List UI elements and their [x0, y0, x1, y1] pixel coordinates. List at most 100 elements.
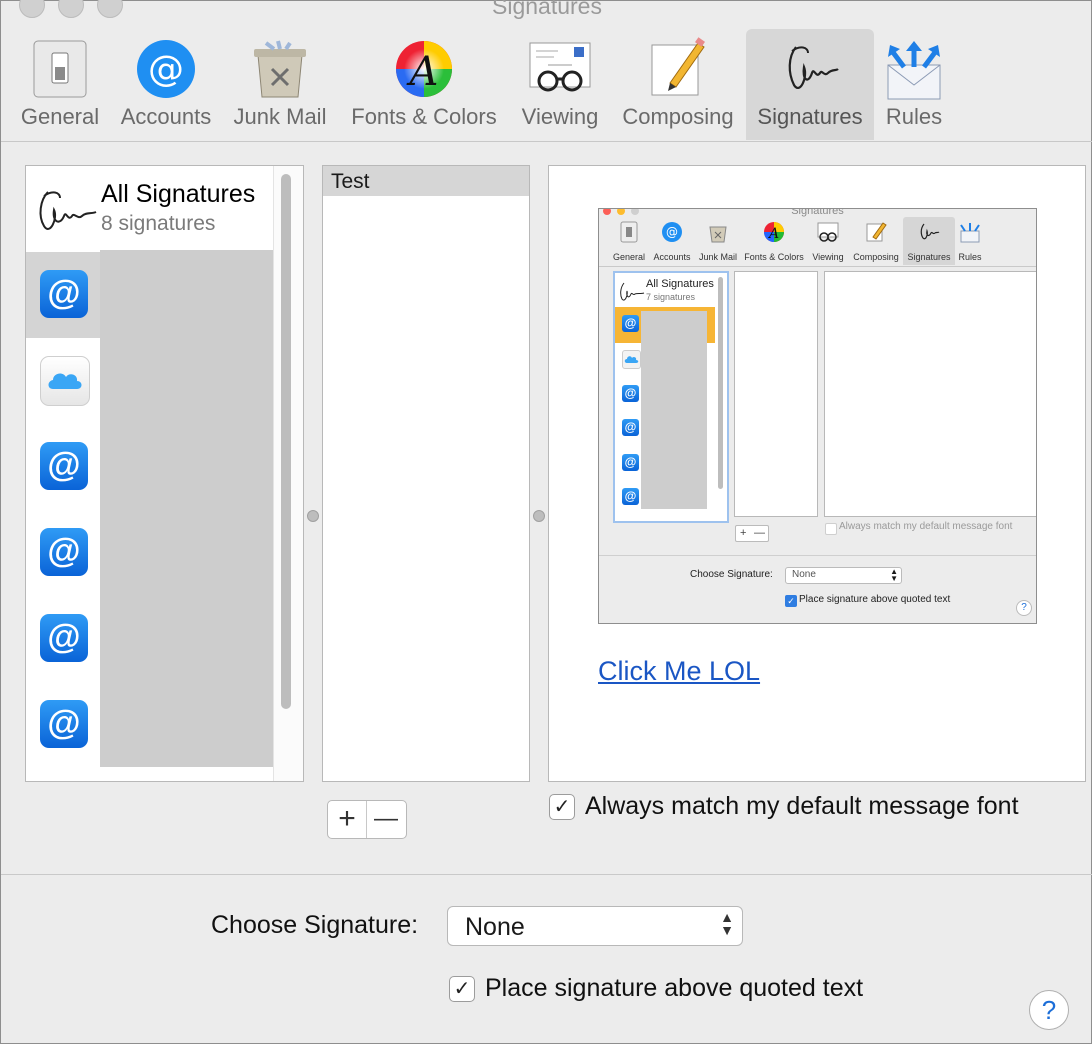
embedded-help-button: ? — [1016, 600, 1032, 616]
place-above-checkbox[interactable]: ✓ — [449, 976, 475, 1002]
place-above-label: Place signature above quoted text — [485, 974, 864, 1002]
help-button[interactable]: ? — [1029, 990, 1069, 1030]
redacted-account-names — [100, 250, 286, 767]
tab-rules[interactable]: Rules — [881, 29, 947, 140]
signatures-list[interactable]: Test — [322, 165, 530, 782]
preferences-window: Signatures General @ Accounts Junk Mail … — [0, 0, 1092, 1044]
all-signatures-row[interactable]: All Signatures 8 signatures — [26, 166, 276, 252]
at-icon: @ — [622, 454, 639, 471]
add-signature-button[interactable]: + — [328, 801, 366, 838]
at-icon: @ — [622, 488, 639, 505]
embedded-accounts-list: All Signatures 7 signatures @ @ @ @ @ — [613, 271, 729, 523]
at-icon: @ — [622, 315, 639, 332]
embedded-add-remove: + — — [735, 525, 769, 542]
fonts-colors-icon: A — [763, 221, 785, 243]
splitter-handle[interactable] — [307, 510, 319, 522]
embedded-divider — [599, 555, 1036, 556]
at-icon: @ — [40, 270, 88, 318]
tab-fonts-colors[interactable]: A Fonts & Colors — [341, 29, 507, 140]
embedded-all-signatures-title: All Signatures — [646, 278, 714, 290]
signature-item[interactable]: Test — [323, 166, 529, 196]
embedded-add-label: + — [740, 527, 747, 539]
at-icon: @ — [622, 419, 639, 436]
general-switch-icon — [618, 221, 640, 243]
svg-text:@: @ — [666, 225, 678, 239]
all-signatures-count: 8 signatures — [101, 212, 216, 235]
embedded-tab-rules: Rules — [955, 217, 985, 265]
embedded-tab-accounts: @ Accounts — [649, 217, 695, 265]
at-icon: @ — [40, 700, 88, 748]
embedded-tab-composing: Composing — [849, 217, 903, 265]
embedded-place-above-label: Place signature above quoted text — [799, 594, 951, 605]
tab-fonts-colors-label: Fonts & Colors — [351, 104, 497, 129]
embedded-preview — [824, 271, 1036, 517]
chevron-updown-icon: ▲ ▼ — [890, 567, 898, 583]
embedded-tab-label: Accounts — [653, 252, 691, 262]
at-icon: @ — [40, 614, 88, 662]
embedded-choose-label: Choose Signature: — [690, 569, 773, 580]
embedded-scrollbar — [718, 277, 723, 489]
tab-composing-label: Composing — [622, 104, 734, 129]
embedded-tab-viewing: Viewing — [807, 217, 849, 265]
divider — [1, 874, 1092, 875]
tab-general-label: General — [20, 104, 100, 129]
junk-mail-trash-icon — [248, 37, 312, 101]
signature-icon — [32, 186, 98, 238]
embedded-remove-label: — — [754, 527, 765, 539]
embedded-tab-signatures: Signatures — [903, 217, 955, 265]
always-match-label: Always match my default message font — [585, 792, 1019, 820]
preferences-toolbar: General @ Accounts Junk Mail A Fonts & C… — [1, 1, 1092, 142]
tab-junk-mail[interactable]: Junk Mail — [227, 29, 333, 140]
choose-signature-value: None — [465, 913, 525, 941]
embedded-always-match-label: Always match my default message font — [839, 521, 1013, 532]
chevron-updown-icon: ▲ ▼ — [720, 909, 734, 938]
tab-viewing[interactable]: Viewing — [513, 29, 607, 140]
embedded-tab-label: General — [612, 252, 646, 262]
embedded-tab-fonts-colors: A Fonts & Colors — [741, 217, 807, 265]
general-switch-icon — [28, 37, 92, 101]
tab-junk-mail-label: Junk Mail — [233, 104, 327, 129]
svg-text:A: A — [406, 49, 439, 95]
tab-rules-label: Rules — [885, 104, 943, 129]
embedded-tab-label: Junk Mail — [698, 252, 737, 262]
tab-accounts-label: Accounts — [120, 104, 212, 129]
preview-link[interactable]: Click Me LOL — [598, 656, 760, 687]
signature-preview[interactable]: Signatures General @ Accounts Junk Mail … — [548, 165, 1086, 782]
embedded-tab-label: Rules — [958, 252, 982, 262]
junk-mail-trash-icon — [707, 221, 729, 243]
embedded-title: Signatures — [791, 208, 844, 217]
remove-signature-button[interactable]: — — [367, 801, 405, 838]
embedded-always-match-checkbox — [825, 523, 837, 535]
tab-general[interactable]: General — [15, 29, 105, 140]
all-signatures-title: All Signatures — [101, 180, 256, 208]
add-remove-control: + — — [327, 800, 407, 839]
embedded-all-signatures-count: 7 signatures — [646, 292, 696, 302]
tab-signatures-label: Signatures — [757, 104, 863, 129]
tab-signatures[interactable]: Signatures — [746, 29, 874, 140]
tab-composing[interactable]: Composing — [613, 29, 743, 140]
embedded-choose-select: None ▲ ▼ — [785, 567, 902, 584]
splitter-handle[interactable] — [533, 510, 545, 522]
tab-accounts[interactable]: @ Accounts — [113, 29, 219, 140]
embedded-tab-label: Viewing — [812, 252, 844, 262]
viewing-glasses-icon — [528, 37, 592, 101]
choose-signature-select[interactable]: None ▲ ▼ — [447, 906, 743, 946]
embedded-tab-general: General — [609, 217, 649, 265]
always-match-checkbox[interactable]: ✓ — [549, 794, 575, 820]
accounts-scrollbar[interactable] — [281, 174, 291, 709]
embedded-place-above-checkbox: ✓ — [785, 595, 797, 607]
at-icon: @ — [622, 385, 639, 402]
accounts-list[interactable]: All Signatures 8 signatures @ @ @ @ @ — [25, 165, 304, 782]
embedded-signatures-list — [734, 271, 818, 517]
rules-envelope-icon — [959, 221, 981, 243]
signature-icon — [918, 221, 940, 243]
fonts-colors-icon: A — [392, 37, 456, 101]
icloud-icon — [622, 350, 641, 369]
icloud-icon — [40, 356, 90, 406]
accounts-at-icon: @ — [134, 37, 198, 101]
tab-viewing-label: Viewing — [521, 104, 599, 129]
embedded-tab-label: Composing — [853, 252, 899, 262]
accounts-at-icon: @ — [661, 221, 683, 243]
embedded-choose-value: None — [792, 569, 816, 580]
embedded-tab-junk-mail: Junk Mail — [695, 217, 741, 265]
